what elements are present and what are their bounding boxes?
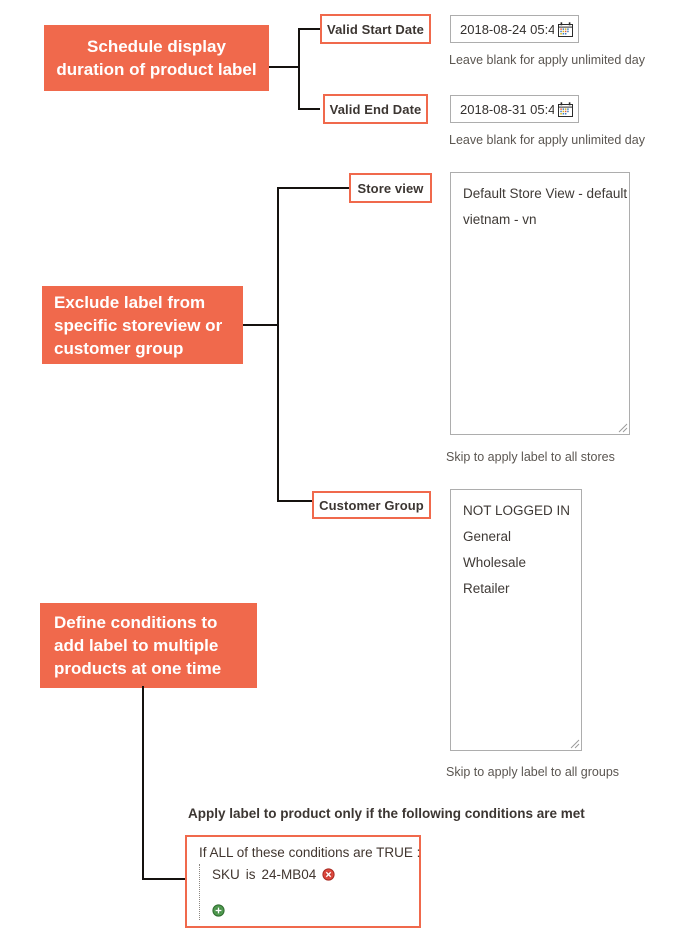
conditions-children: SKU is 24-MB04 (199, 864, 409, 920)
valid-start-date-input[interactable]: 2018-08-24 05:4 (450, 15, 579, 43)
customer-group-hint: Skip to apply label to all groups (446, 765, 620, 779)
connector-schedule-stem (269, 66, 300, 68)
conditions-box: If ALL of these conditions are TRUE : SK… (185, 835, 421, 928)
connector-schedule-branch-bottom (298, 108, 320, 110)
connector-schedule-spine (298, 28, 300, 110)
valid-start-date-hint: Leave blank for apply unlimited day (449, 53, 645, 67)
valid-end-date-label-text: Valid End Date (329, 101, 422, 117)
remove-circle-icon[interactable] (322, 867, 335, 881)
conditions-aggregator-line[interactable]: If ALL of these conditions are TRUE : (197, 845, 420, 860)
condition-operator[interactable]: is (246, 867, 256, 882)
connector-exclude-spine (277, 187, 279, 502)
connector-exclude-branch-top (277, 187, 349, 189)
valid-end-date-value: 2018-08-31 05:4 (460, 101, 554, 117)
field-label-valid-start-date: Valid Start Date (320, 14, 431, 44)
store-view-option[interactable]: Default Store View - default (451, 181, 629, 207)
diagram-canvas: Schedule display duration of product lab… (0, 0, 693, 939)
valid-end-date-hint: Leave blank for apply unlimited day (449, 133, 645, 147)
store-view-multiselect[interactable]: Default Store View - default vietnam - v… (450, 172, 630, 435)
valid-end-date-input[interactable]: 2018-08-31 05:4 (450, 95, 579, 123)
store-view-hint: Skip to apply label to all stores (446, 450, 615, 464)
condition-value[interactable]: 24-MB04 (262, 867, 317, 882)
customer-group-option[interactable]: General (451, 524, 581, 550)
callout-schedule-display-duration: Schedule display duration of product lab… (44, 25, 269, 91)
customer-group-option[interactable]: Wholesale (451, 550, 581, 576)
conditions-heading: Apply label to product only if the follo… (188, 806, 585, 821)
field-label-valid-end-date: Valid End Date (323, 94, 428, 124)
customer-group-multiselect[interactable]: NOT LOGGED IN General Wholesale Retailer (450, 489, 582, 751)
connector-exclude-stem (243, 324, 279, 326)
customer-group-label-text: Customer Group (319, 497, 424, 513)
callout-exclude-label: Exclude label from specific storeview or… (42, 286, 243, 364)
customer-group-option[interactable]: NOT LOGGED IN (451, 498, 581, 524)
resize-grip-icon[interactable] (568, 737, 580, 749)
calendar-icon[interactable] (558, 21, 573, 37)
condition-add-row[interactable] (212, 900, 409, 920)
field-label-store-view: Store view (349, 173, 432, 203)
condition-row[interactable]: SKU is 24-MB04 (212, 864, 409, 884)
connector-conditions-spine (142, 686, 144, 880)
store-view-label-text: Store view (357, 180, 424, 196)
add-circle-icon[interactable] (212, 903, 225, 917)
calendar-icon[interactable] (558, 101, 573, 117)
connector-conditions-branch (142, 878, 186, 880)
valid-start-date-value: 2018-08-24 05:4 (460, 21, 554, 37)
callout-schedule-label: Schedule display duration of product lab… (56, 37, 257, 79)
resize-grip-icon[interactable] (616, 421, 628, 433)
connector-schedule-branch-top (298, 28, 320, 30)
callout-define-conditions-text: Define conditions to add label to multip… (54, 613, 222, 678)
field-label-customer-group: Customer Group (312, 491, 431, 519)
callout-exclude-label-text: Exclude label from specific storeview or… (54, 292, 223, 358)
condition-attribute[interactable]: SKU (212, 867, 240, 882)
connector-exclude-branch-bottom (277, 500, 312, 502)
callout-define-conditions: Define conditions to add label to multip… (40, 603, 257, 688)
valid-start-date-label-text: Valid Start Date (327, 21, 424, 37)
customer-group-option[interactable]: Retailer (451, 576, 581, 602)
store-view-option[interactable]: vietnam - vn (451, 207, 629, 233)
